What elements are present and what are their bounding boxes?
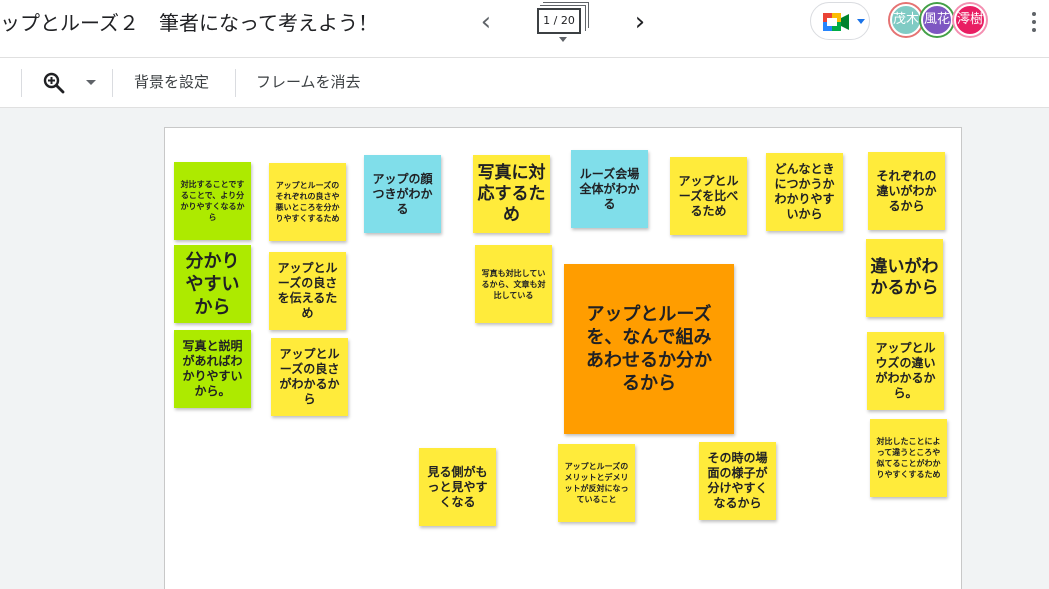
- sticky-note[interactable]: アップとルウズの違いがわかるから。: [867, 332, 944, 410]
- sticky-note[interactable]: ルーズ会場全体がわかる: [571, 150, 648, 228]
- meet-button[interactable]: [810, 2, 870, 40]
- avatar-label: 茂木: [892, 12, 919, 27]
- sticky-note[interactable]: 見る側がもっと見やすくなる: [419, 448, 496, 526]
- sticky-note[interactable]: どんなときにつかうかわかりやすいから: [766, 153, 843, 231]
- toolbar-divider: [235, 69, 236, 97]
- chevron-left-icon: ‹: [480, 7, 492, 37]
- sticky-note[interactable]: 対比することですることで、より分かりやすくなるから: [174, 162, 251, 240]
- chevron-right-icon: ›: [634, 7, 646, 37]
- sticky-note[interactable]: 分かりやすいから: [174, 245, 251, 323]
- more-options-icon[interactable]: [1026, 8, 1042, 36]
- sticky-note[interactable]: 写真も対比しているから、文章も対比している: [475, 245, 552, 323]
- clear-frame-button[interactable]: フレームを消去: [256, 71, 361, 93]
- sticky-note[interactable]: アップとルーズの良さがわかるから: [271, 338, 348, 416]
- toolbar-divider: [21, 69, 22, 97]
- sticky-note[interactable]: それぞれの違いがわかるから: [868, 152, 945, 230]
- jam-title[interactable]: ップとルーズ２ 筆者になって考えよう！: [0, 8, 378, 38]
- frame-dropdown-caret-icon: [559, 37, 567, 42]
- meet-icon: [823, 13, 849, 31]
- sticky-note[interactable]: アップとルーズの良さを伝えるため: [269, 252, 346, 330]
- sticky-note[interactable]: 対比したことによって違うところや似てることがわかりやすくするため: [870, 419, 947, 497]
- frame-counter-button[interactable]: 1 / 20: [537, 8, 581, 34]
- previous-frame-button[interactable]: ‹: [472, 8, 500, 36]
- avatar[interactable]: 澪樹: [954, 4, 986, 36]
- sticky-note[interactable]: アップとルーズを比べるため: [670, 157, 747, 235]
- meet-caret-icon: [857, 19, 865, 24]
- sticky-note[interactable]: その時の場面の様子が分けやすくなるから: [699, 442, 776, 520]
- sticky-note[interactable]: アップとルーズのメリットとデメリットが反対になっていること: [558, 444, 635, 522]
- sticky-note[interactable]: アップとルーズを、なんで組みあわせるか分かるから: [564, 264, 734, 434]
- zoom-in-icon[interactable]: [42, 71, 66, 95]
- avatar[interactable]: 茂木: [890, 4, 922, 36]
- jam-canvas[interactable]: 対比することですることで、より分かりやすくなるから 分かりやすいから 写真と説明…: [164, 127, 962, 589]
- toolbar-divider: [112, 69, 113, 97]
- next-frame-button[interactable]: ›: [626, 8, 654, 36]
- sticky-note[interactable]: 違いがわかるから: [866, 239, 943, 317]
- avatar-label: 澪樹: [956, 12, 983, 27]
- avatar[interactable]: 風花: [921, 4, 953, 36]
- frame-toolbar: 背景を設定 フレームを消去: [0, 58, 1049, 108]
- avatar-label: 風花: [923, 12, 950, 27]
- sticky-note[interactable]: アップとルーズのそれぞれの良さや悪いところを分かりやすくするため: [269, 163, 346, 241]
- sticky-note[interactable]: アップの顔つきがわかる: [364, 155, 441, 233]
- app-header: ップとルーズ２ 筆者になって考えよう！ ‹ 1 / 20 › 茂木 風花 澪樹: [0, 0, 1049, 58]
- sticky-note[interactable]: 写真と説明があればわかりやすいから。: [174, 330, 251, 408]
- zoom-dropdown-caret-icon[interactable]: [86, 80, 96, 85]
- sticky-note[interactable]: 写真に対応するため: [473, 155, 550, 233]
- set-background-button[interactable]: 背景を設定: [134, 71, 209, 93]
